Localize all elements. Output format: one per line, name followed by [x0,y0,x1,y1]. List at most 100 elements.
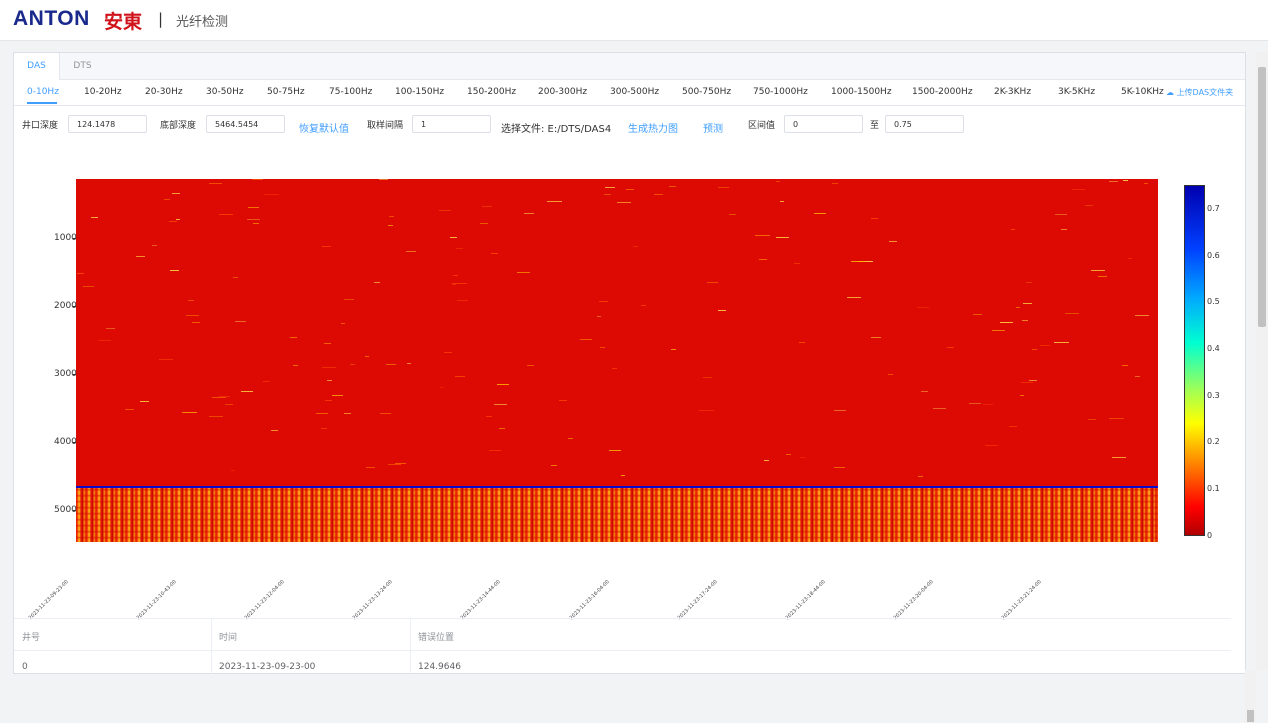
y-tick-1000: 1000 [54,233,77,243]
heatmap-speck [344,299,354,300]
heatmap-speck [759,259,767,260]
heatmap-speck [455,376,465,377]
heatmap-speck [834,467,845,468]
heatmap-speck [231,470,235,471]
freq-band-30-50hz[interactable]: 30-50Hz [206,87,244,97]
heatmap-speck [764,460,769,461]
x-tick-2: 2023-11-23-12-04-00 [243,579,286,622]
freq-band-5k-10khz[interactable]: 5K-10KHz [1121,87,1164,97]
heatmap-boundary-line [76,486,1158,488]
table-header-error-position: 错误位置 [418,633,455,643]
selected-file[interactable]: 选择文件: E:/DTS/DAS4 [501,120,611,135]
colorbar-tick: 0 [1207,531,1213,540]
table-row[interactable]: 0 2023-11-23-09-23-00 124.9646 [14,650,1231,675]
tab-dts[interactable]: DTS [60,53,105,79]
y-tick-5000: 5000 [54,505,77,515]
top-bar: ANTON 安東 | 光纤检测 [0,0,1268,41]
heatmap-speck [499,428,505,429]
heatmap-speck [547,201,562,202]
heatmap-speck [290,337,297,338]
restore-default-button[interactable]: 恢复默认值 [299,120,349,135]
heatmap-speck [933,408,946,409]
heatmap-speck [453,275,458,276]
heatmap-speck [597,316,601,317]
heatmap-speck [786,454,791,455]
predict-button[interactable]: 预测 [703,120,723,135]
upload-label: 上传DAS文件夹 [1176,88,1234,97]
heatmap-speck [321,428,327,429]
freq-band-100-150hz[interactable]: 100-150Hz [395,87,444,97]
header-separator: | [158,10,164,28]
heatmap-speck [707,282,718,283]
heatmap-speck [718,310,726,311]
bottom-depth-input[interactable]: 5464.5454 [206,115,285,133]
freq-band-300-500hz[interactable]: 300-500Hz [610,87,659,97]
colorbar-tick: 0.5 [1207,297,1220,306]
heatmap-speck [1055,214,1067,215]
freq-band-1500-2000hz[interactable]: 1500-2000Hz [912,87,973,97]
freq-band-20-30hz[interactable]: 20-30Hz [145,87,183,97]
heatmap-speck [77,273,84,274]
heatmap-speck [106,328,115,329]
heatmap-speck [1029,380,1037,381]
error-table: 井号 时间 错误位置 0 2023-11-23-09-23-00 124.964… [14,618,1231,674]
freq-band-2k-3khz[interactable]: 2K-3KHz [994,87,1031,97]
tab-das[interactable]: DAS [14,53,60,80]
heatmap-speck [98,340,111,341]
freq-band-150-200hz[interactable]: 150-200Hz [467,87,516,97]
heatmap-speck [1088,419,1096,420]
freq-band-50-75hz[interactable]: 50-75Hz [267,87,305,97]
heatmap-speck [182,412,197,413]
page-scrollbar[interactable] [1256,52,1268,670]
heatmap-speck [241,391,253,392]
heatmap-speck [325,400,332,401]
freq-band-10-20hz[interactable]: 10-20Hz [84,87,122,97]
table-scrollbar[interactable] [1245,670,1256,723]
heatmap-speck [1000,322,1013,323]
heatmap-speck [776,237,789,238]
table-scroll-thumb[interactable] [1247,710,1254,722]
heatmap-speck [1128,258,1132,259]
heatmap-speck [799,342,805,343]
heatmap-speck [1065,313,1079,314]
freq-band-500-750hz[interactable]: 500-750Hz [682,87,731,97]
heatmap-speck [517,272,530,273]
interval-input[interactable]: 1 [412,115,491,133]
heatmap-speck [125,409,134,410]
heatmap-speck [626,189,634,190]
heatmap-speck [209,416,223,417]
heatmap-speck [1009,426,1017,427]
heatmap-speck [170,270,179,271]
generate-heatmap-button[interactable]: 生成热力图 [628,120,678,135]
freq-band-1000-1500hz[interactable]: 1000-1500Hz [831,87,892,97]
heatmap-speck [186,315,199,316]
interval-label: 取样间隔 [367,121,404,131]
freq-band-75-100hz[interactable]: 75-100Hz [329,87,372,97]
heatmap-speck [316,413,328,414]
heatmap-speck [440,387,444,388]
heatmap-speck [800,457,806,458]
heatmap-speck [1054,342,1069,343]
x-tick-3: 2023-11-23-13-24-00 [351,579,394,622]
heatmap-speck [1109,181,1118,182]
heatmap-speck [379,179,388,180]
freq-band-750-1000hz[interactable]: 750-1000Hz [753,87,808,97]
well-depth-input[interactable]: 124.1478 [68,115,147,133]
heatmap-speck [814,213,826,214]
colorbar-tick: 0.7 [1207,204,1220,213]
heatmap-speck [439,210,451,211]
range-max-input[interactable]: 0.75 [885,115,964,133]
range-min-input[interactable]: 0 [784,115,863,133]
heatmap-speck [480,223,488,224]
colorbar-tick: 0.2 [1207,437,1220,446]
heatmap-band-texture [76,487,1158,542]
freq-band-3k-5khz[interactable]: 3K-5KHz [1058,87,1095,97]
heatmap-speck [389,216,394,217]
heatmap-speck [918,476,923,477]
page-scroll-thumb[interactable] [1258,67,1266,327]
upload-das-folder-button[interactable]: ☁ 上传DAS文件夹 [1166,87,1233,98]
freq-band-0-10hz[interactable]: 0-10Hz [27,87,59,97]
active-band-indicator [27,102,57,104]
x-tick-0: 2023-11-23-09-23-00 [27,579,70,622]
freq-band-200-300hz[interactable]: 200-300Hz [538,87,587,97]
